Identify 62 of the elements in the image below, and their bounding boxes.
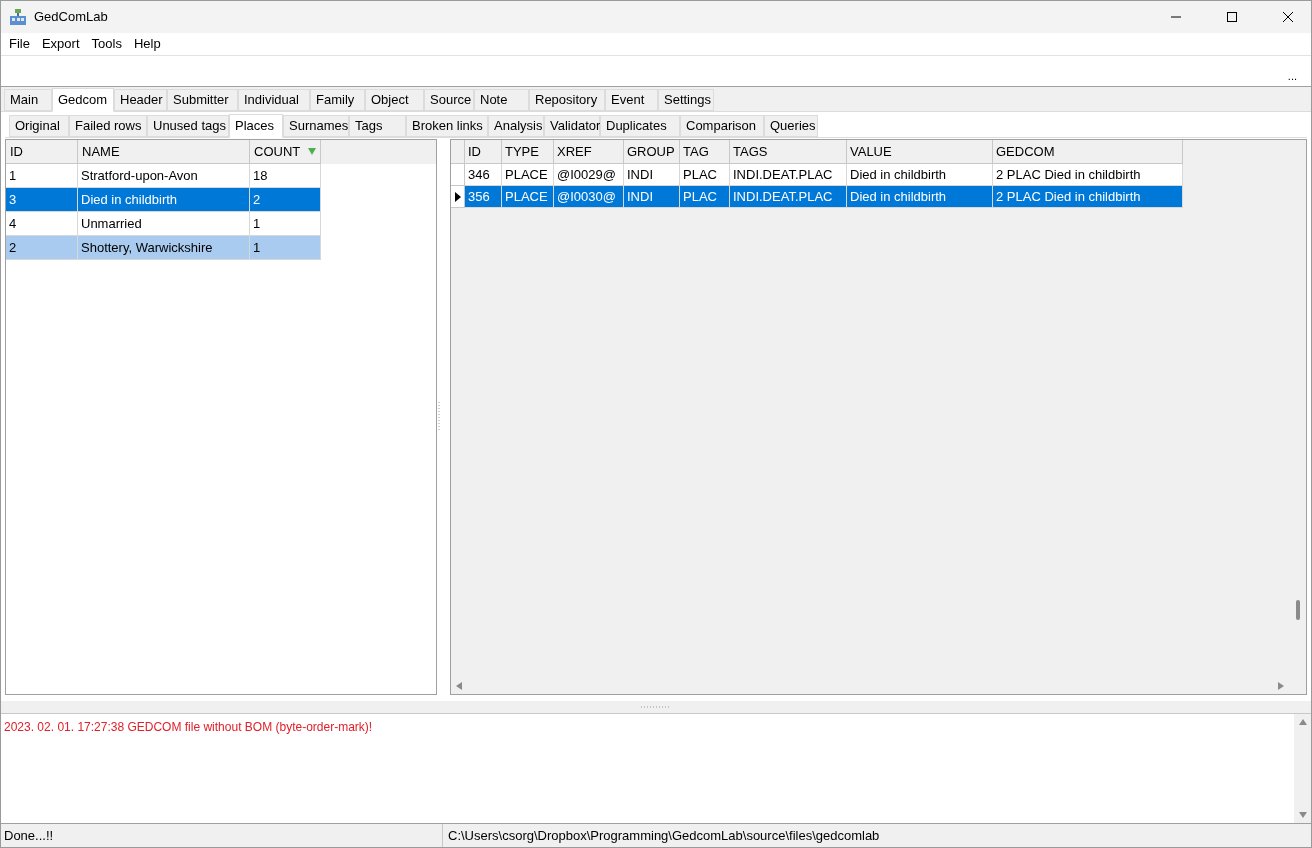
app-icon — [10, 9, 26, 25]
tab[interactable]: Repository — [529, 89, 605, 111]
table-row[interactable]: 346 PLACE @I0029@ INDI PLAC INDI.DEAT.PLAC Died in childbirth 2 PLAC Died in childbirth — [451, 164, 1183, 186]
table-cell: 356 — [465, 186, 502, 208]
tab[interactable]: Surnames — [283, 115, 349, 137]
menu-item[interactable]: Tools — [85, 34, 128, 54]
scroll-left-icon[interactable] — [456, 681, 462, 690]
row-header[interactable] — [451, 186, 465, 208]
tab[interactable]: Failed rows — [69, 115, 147, 137]
scroll-up-icon[interactable] — [1298, 719, 1307, 725]
menu-item[interactable]: Help — [127, 34, 167, 54]
table-cell: @I0030@ — [554, 186, 624, 208]
status-path: C:\Users\csorg\Dropbox\Programming\GedcomLab\source\files\gedcomlab — [447, 826, 881, 845]
table-cell: PLAC — [680, 186, 730, 208]
splitter-grip-icon[interactable] — [641, 705, 671, 709]
tab[interactable]: Comparison — [680, 115, 764, 137]
tab[interactable]: Family — [310, 89, 365, 111]
current-row-icon — [454, 191, 461, 202]
tab[interactable]: Duplicates — [600, 115, 680, 137]
tab[interactable]: Individual — [238, 89, 310, 111]
table-row[interactable]: 3 Died in childbirth 2 — [6, 188, 321, 212]
tab[interactable]: Object — [365, 89, 424, 111]
table-cell: Died in childbirth — [847, 186, 993, 208]
tab[interactable]: Broken links — [406, 115, 488, 137]
menu-item[interactable]: File — [3, 34, 36, 54]
tab[interactable]: Validator — [544, 115, 600, 137]
overflow-button[interactable]: ... — [1287, 71, 1297, 82]
menu-item[interactable]: Export — [35, 34, 86, 54]
table-cell: 2 — [6, 236, 78, 260]
table-cell: PLACE — [502, 186, 554, 208]
table-cell: 2 PLAC Died in childbirth — [993, 186, 1183, 208]
tab[interactable]: Source — [424, 89, 474, 111]
table-row[interactable]: 356 PLACE @I0030@ INDI PLAC INDI.DEAT.PLAC Died in childbirth 2 PLAC Died in childbirth — [451, 186, 1183, 208]
table-cell: INDI — [624, 186, 680, 208]
tab[interactable]: Header — [114, 89, 167, 111]
scroll-down-icon[interactable] — [1298, 812, 1307, 818]
window-title: GedComLab — [34, 8, 108, 27]
log-message: 2023. 02. 01. 17:27:38 GEDCOM file without BOM (byte-order-mark)! — [4, 719, 374, 736]
table-cell: INDI.DEAT.PLAC — [730, 186, 847, 208]
tab[interactable]: Settings — [658, 89, 714, 111]
maximize-icon — [1227, 12, 1237, 22]
table-cell: Shottery, Warwickshire — [78, 236, 250, 260]
close-icon — [1283, 12, 1293, 22]
splitter-grip-icon[interactable] — [438, 402, 441, 432]
tab[interactable]: Queries — [764, 115, 818, 137]
tab[interactable]: Original — [9, 115, 69, 137]
tab[interactable]: Event — [605, 89, 658, 111]
tab[interactable]: Submitter — [167, 89, 238, 111]
vertical-scrollbar[interactable] — [1294, 714, 1311, 823]
tab[interactable]: Analysis — [488, 115, 544, 137]
scroll-right-icon[interactable] — [1278, 681, 1284, 690]
tab[interactable]: Places — [229, 114, 283, 138]
tab[interactable]: Unused tags — [147, 115, 229, 137]
table-row[interactable]: 4 Unmarried 1 — [6, 212, 321, 236]
tab[interactable]: Main — [4, 89, 52, 111]
table-row[interactable]: 2 Shottery, Warwickshire 1 — [6, 236, 321, 260]
table-cell: 1 — [250, 236, 321, 260]
tab[interactable]: Tags — [349, 115, 406, 137]
table-row[interactable]: 1 Stratford-upon-Avon 18 — [6, 164, 321, 188]
status-message: Done...!! — [1, 824, 443, 847]
tab[interactable]: Gedcom — [52, 88, 114, 112]
tab[interactable]: Note — [474, 89, 529, 111]
